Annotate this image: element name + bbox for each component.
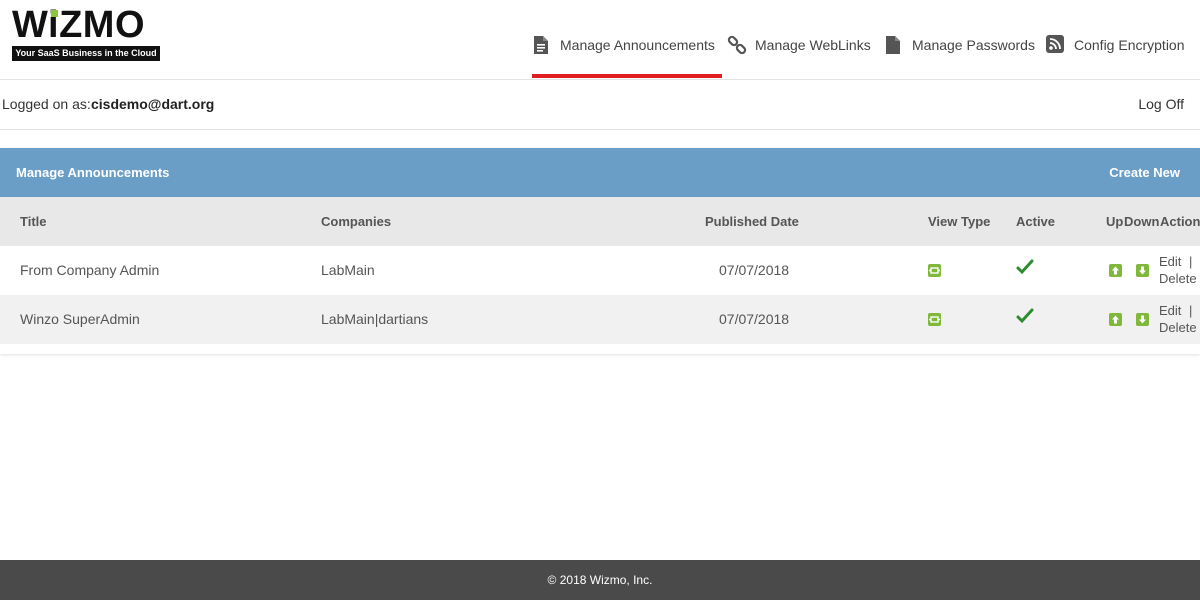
copyright-text: © 2018 Wizmo, Inc. xyxy=(547,573,653,587)
col-companies[interactable]: Companies xyxy=(321,214,391,229)
logo-dot xyxy=(51,10,58,17)
cell-title: From Company Admin xyxy=(20,262,160,278)
edit-link[interactable]: Edit xyxy=(1159,303,1181,318)
login-status-bar: Logged on as: cisdemo@dart.org Log Off xyxy=(0,80,1200,130)
col-published-date[interactable]: Published Date xyxy=(705,214,799,229)
active-tab-indicator xyxy=(532,74,722,78)
link-icon xyxy=(727,35,747,55)
view-type-icon[interactable] xyxy=(928,264,941,277)
col-active: Active xyxy=(1016,214,1056,229)
rss-icon xyxy=(1046,35,1064,55)
col-down: Down xyxy=(1124,214,1160,229)
table-row: Winzo SuperAdmin LabMain|dartians 07/07/… xyxy=(0,295,1200,344)
delete-link[interactable]: Delete xyxy=(1159,320,1197,335)
page-footer: © 2018 Wizmo, Inc. xyxy=(0,560,1200,600)
nav-label: Manage Announcements xyxy=(560,37,715,53)
document-icon xyxy=(532,35,550,55)
cell-companies: LabMain xyxy=(321,262,375,278)
cell-title: Winzo SuperAdmin xyxy=(20,311,140,327)
nav-config-encryption[interactable]: Config Encryption xyxy=(1046,30,1185,60)
log-off-link[interactable]: Log Off xyxy=(1138,96,1184,112)
move-down-icon[interactable] xyxy=(1136,264,1149,277)
row-actions: Edit | Delete xyxy=(1159,253,1197,287)
logo-tagline: Your SaaS Business in the Cloud xyxy=(12,46,160,61)
col-up: Up xyxy=(1106,214,1124,229)
move-down-icon[interactable] xyxy=(1136,313,1149,326)
top-header: WiZMO Your SaaS Business in the Cloud Ma… xyxy=(0,0,1200,80)
col-action: Action xyxy=(1160,214,1200,229)
move-up-icon[interactable] xyxy=(1109,313,1122,326)
row-actions: Edit | Delete xyxy=(1159,302,1197,336)
action-separator: | xyxy=(1189,303,1193,318)
delete-link[interactable]: Delete xyxy=(1159,271,1197,286)
cell-published-date: 07/07/2018 xyxy=(719,311,790,327)
panel-header: Manage Announcements Create New xyxy=(0,148,1200,197)
nav-manage-announcements[interactable]: Manage Announcements xyxy=(532,30,715,60)
cell-published-date: 07/07/2018 xyxy=(719,262,790,278)
logo-wordmark: WiZMO xyxy=(12,4,146,46)
view-type-icon[interactable] xyxy=(928,313,941,326)
table-header: Title Companies Published Date View Type… xyxy=(0,197,1200,246)
active-check-icon xyxy=(1016,307,1034,330)
active-check-icon xyxy=(1016,258,1034,281)
logged-on-label: Logged on as: xyxy=(2,96,91,112)
nav-label: Manage Passwords xyxy=(912,37,1035,53)
cell-companies: LabMain|dartians xyxy=(321,311,429,327)
col-title[interactable]: Title xyxy=(20,214,47,229)
wizmo-logo[interactable]: WiZMO Your SaaS Business in the Cloud xyxy=(12,6,160,62)
panel-title: Manage Announcements xyxy=(16,165,170,180)
nav-manage-weblinks[interactable]: Manage WebLinks xyxy=(727,30,871,60)
nav-label: Config Encryption xyxy=(1074,37,1185,53)
create-new-link[interactable]: Create New xyxy=(1109,165,1180,180)
action-separator: | xyxy=(1189,254,1193,269)
col-view-type: View Type xyxy=(928,214,991,229)
nav-label: Manage WebLinks xyxy=(755,37,871,53)
announcements-panel: Manage Announcements Create New Title Co… xyxy=(0,148,1200,354)
nav-manage-passwords[interactable]: Manage Passwords xyxy=(884,30,1035,60)
table-row: From Company Admin LabMain 07/07/2018 Ed… xyxy=(0,246,1200,295)
edit-link[interactable]: Edit xyxy=(1159,254,1181,269)
logged-on-user: cisdemo@dart.org xyxy=(91,96,215,112)
file-icon xyxy=(884,35,902,55)
move-up-icon[interactable] xyxy=(1109,264,1122,277)
